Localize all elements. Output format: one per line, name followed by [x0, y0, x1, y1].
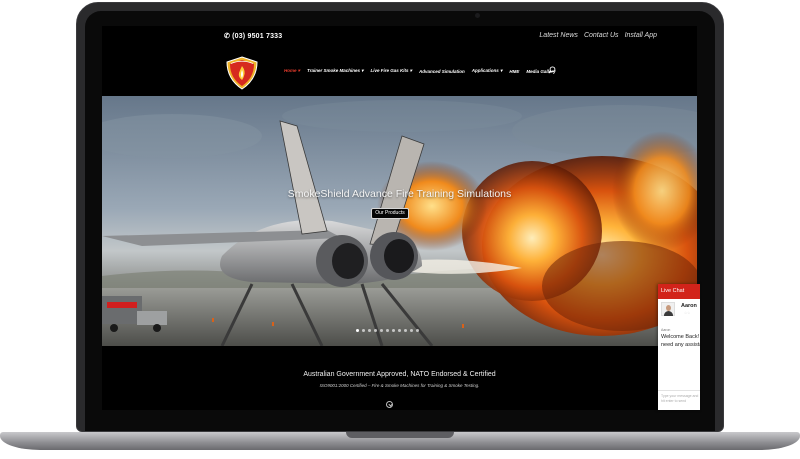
slider-dot[interactable] — [380, 329, 383, 332]
hero-slider: SmokeShield Advance Fire Training Simula… — [102, 96, 697, 346]
top-links: Latest News Contact Us Install App — [539, 32, 657, 39]
smokeshield-logo[interactable] — [224, 55, 260, 91]
live-chat-widget[interactable]: Live Chat Aaron ☆☆ Aaron Welcome Back! D… — [658, 284, 700, 410]
slider-dot[interactable] — [416, 329, 419, 332]
nav-item-applications[interactable]: Applications ▾ — [472, 68, 503, 74]
nav-item-trainer-smoke-machines[interactable]: Trainer Smoke Machines ▾ — [307, 68, 363, 74]
slider-dot[interactable] — [368, 329, 371, 332]
slider-dot[interactable] — [410, 329, 413, 332]
agent-avatar — [661, 302, 675, 316]
phone-number: (03) 9501 7333 — [232, 33, 283, 40]
slider-dot[interactable] — [392, 329, 395, 332]
hero-image-jet-fire — [102, 100, 697, 346]
laptop-mockup: ✆ (03) 9501 7333 Latest News Contact Us I… — [0, 0, 800, 459]
agent-name: Aaron — [681, 303, 697, 309]
slider-dot[interactable] — [398, 329, 401, 332]
nav-item-advanced-simulation[interactable]: Advanced Simulation — [419, 69, 465, 74]
link-install-app[interactable]: Install App — [625, 32, 657, 39]
top-bar: ✆ (03) 9501 7333 Latest News Contact Us I… — [102, 26, 697, 50]
chat-input[interactable]: Type your message and hit enter to send — [658, 390, 700, 410]
slider-dot[interactable] — [374, 329, 377, 332]
website-screen: ✆ (03) 9501 7333 Latest News Contact Us I… — [102, 26, 697, 410]
chat-header[interactable]: Live Chat — [658, 284, 700, 299]
laptop-notch — [346, 432, 454, 438]
slider-dot[interactable] — [404, 329, 407, 332]
rating-icon[interactable]: ☆☆ — [684, 311, 690, 315]
search-icon[interactable] — [548, 66, 556, 74]
nav-item-live-fire-gas-kits[interactable]: Live Fire Gas Kits ▾ — [371, 68, 413, 74]
chevron-down-circle-icon[interactable] — [386, 401, 393, 408]
chat-message: Welcome Back! Do you need any assistance… — [661, 334, 700, 348]
camera-icon — [475, 13, 480, 18]
hero-title: SmokeShield Advance Fire Training Simula… — [287, 188, 512, 200]
main-navbar: Home ▾ Trainer Smoke Machines ▾ Live Fir… — [102, 50, 697, 96]
our-products-button[interactable]: Our Products — [371, 208, 409, 219]
slider-dot[interactable] — [386, 329, 389, 332]
slider-dots — [356, 329, 419, 332]
certification-section: Australian Government Approved, NATO End… — [102, 346, 697, 410]
avatar-body — [664, 311, 673, 316]
message-author: Aaron — [661, 328, 671, 332]
link-contact-us[interactable]: Contact Us — [584, 32, 619, 39]
phone-icon: ✆ — [224, 33, 231, 40]
nav-item-hme[interactable]: HME — [509, 69, 519, 74]
nav-item-home[interactable]: Home ▾ — [284, 68, 300, 74]
phone-link[interactable]: ✆ (03) 9501 7333 — [224, 32, 282, 40]
link-latest-news[interactable]: Latest News — [539, 32, 578, 39]
certification-title: Australian Government Approved, NATO End… — [303, 371, 496, 378]
slider-dot[interactable] — [362, 329, 365, 332]
certification-subtitle: ISO9001:2000 Certified – Fire & Smoke Ma… — [319, 383, 480, 388]
nav-menu: Home ▾ Trainer Smoke Machines ▾ Live Fir… — [284, 68, 556, 74]
slider-dot[interactable] — [356, 329, 359, 332]
